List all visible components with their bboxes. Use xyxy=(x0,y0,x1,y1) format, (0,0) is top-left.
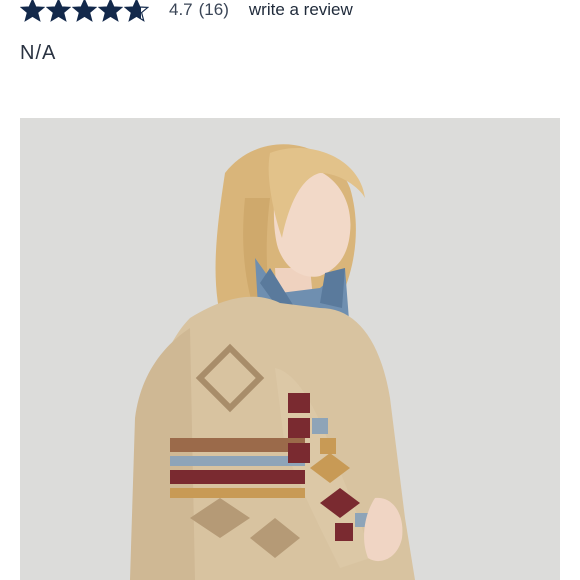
star-icon xyxy=(20,0,45,22)
star-icon xyxy=(46,0,71,22)
review-count[interactable]: (16) xyxy=(199,0,229,20)
product-image[interactable] xyxy=(20,118,560,580)
write-review-link[interactable]: write a review xyxy=(249,0,353,20)
rating-value: 4.7 xyxy=(169,0,193,19)
product-photo-icon xyxy=(20,118,560,580)
price: N/A xyxy=(20,42,57,64)
star-icon xyxy=(98,0,123,22)
star-icon xyxy=(72,0,97,22)
star-rating[interactable] xyxy=(20,0,149,23)
star-icon xyxy=(124,0,149,22)
rating-row: 4.7 (16) write a review xyxy=(20,0,353,24)
